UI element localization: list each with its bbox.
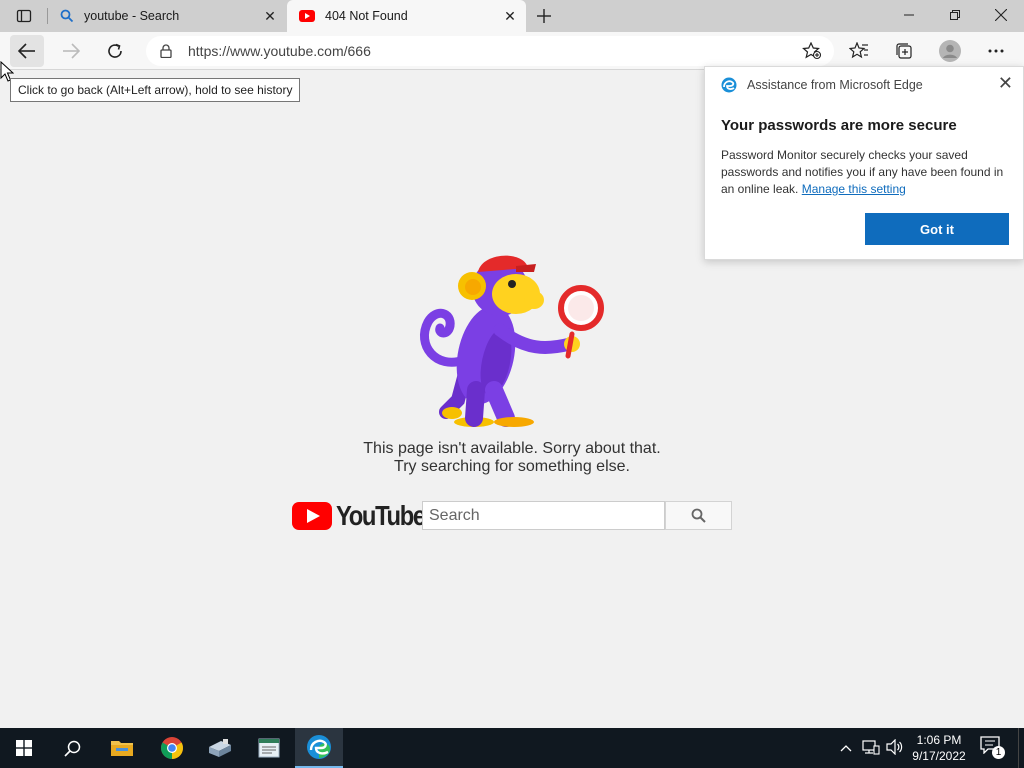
tab-actions-icon: [16, 9, 32, 23]
arrow-left-icon: [18, 43, 35, 59]
monkey-illustration: [419, 255, 604, 427]
arrow-right-icon: [63, 43, 80, 59]
url-text[interactable]: https://www.youtube.com/666: [188, 43, 371, 59]
tab-strip: youtube - Search ✕ 404 Not Found ✕: [0, 0, 1024, 32]
notification-count-badge: 1: [992, 746, 1005, 759]
add-favorite-icon[interactable]: [802, 42, 822, 60]
popup-header: Assistance from Microsoft Edge: [721, 77, 923, 93]
close-window-button[interactable]: [978, 0, 1024, 30]
youtube-favicon-icon: [299, 10, 315, 22]
close-tab-icon[interactable]: ✕: [262, 8, 278, 24]
profile-button[interactable]: [933, 35, 967, 67]
minimize-icon: [904, 14, 914, 16]
browser-toolbar: https://www.youtube.com/666: [0, 32, 1024, 70]
favorites-icon: [849, 42, 868, 59]
notepad-app-button[interactable]: [245, 728, 293, 768]
server-icon: [209, 739, 231, 757]
refresh-button[interactable]: [98, 35, 132, 67]
chrome-button[interactable]: [148, 728, 196, 768]
tab-youtube-search[interactable]: youtube - Search ✕: [48, 0, 286, 32]
plus-icon: [537, 9, 551, 23]
network-icon: [862, 740, 880, 755]
collections-button[interactable]: [887, 35, 921, 67]
minimize-button[interactable]: [886, 0, 932, 30]
new-tab-button[interactable]: [532, 4, 556, 28]
youtube-logo[interactable]: YouTube: [292, 500, 440, 532]
restore-icon: [950, 10, 960, 20]
popup-title: Your passwords are more secure: [721, 117, 957, 134]
edge-taskbar-button[interactable]: [295, 728, 343, 768]
windows-logo-icon: [16, 740, 32, 756]
restore-button[interactable]: [932, 0, 978, 30]
youtube-logo-text: YouTube: [336, 500, 426, 531]
search-icon: [60, 9, 74, 23]
chrome-icon: [161, 737, 183, 759]
back-button-tooltip: Click to go back (Alt+Left arrow), hold …: [10, 78, 301, 102]
show-desktop-button[interactable]: [1018, 728, 1024, 768]
manage-setting-link[interactable]: Manage this setting: [802, 182, 906, 196]
chevron-up-icon: [840, 745, 852, 752]
search-icon: [691, 508, 706, 523]
back-button[interactable]: [10, 35, 44, 67]
tab-actions-button[interactable]: [10, 6, 38, 26]
collections-icon: [896, 43, 912, 59]
taskbar: 1:06 PM 9/17/2022 1: [0, 728, 1024, 768]
network-app-button[interactable]: [196, 728, 244, 768]
more-icon: [988, 49, 1004, 53]
refresh-icon: [108, 43, 122, 58]
tab-404-not-found[interactable]: 404 Not Found ✕: [287, 0, 526, 32]
avatar-icon: [939, 40, 961, 62]
error-message-line1: This page isn't available. Sorry about t…: [363, 440, 661, 457]
file-explorer-button[interactable]: [98, 728, 146, 768]
got-it-button[interactable]: Got it: [865, 213, 1009, 245]
lock-icon[interactable]: [160, 44, 172, 58]
settings-more-button[interactable]: [979, 35, 1013, 67]
action-center-button[interactable]: 1: [980, 736, 1006, 760]
forward-button[interactable]: [54, 35, 88, 67]
close-icon: [995, 9, 1007, 21]
taskbar-clock[interactable]: 1:06 PM 9/17/2022: [908, 732, 970, 764]
popup-body: Password Monitor securely checks your sa…: [721, 147, 1017, 198]
edge-icon: [307, 735, 331, 759]
volume-button[interactable]: [886, 738, 904, 757]
close-tab-icon[interactable]: ✕: [502, 8, 518, 24]
tab-title: youtube - Search: [84, 9, 180, 23]
close-popup-icon[interactable]: ✕: [998, 73, 1013, 94]
edge-logo-icon: [721, 77, 737, 93]
folder-icon: [111, 741, 133, 756]
clock-date: 9/17/2022: [912, 749, 966, 763]
document-app-icon: [258, 738, 280, 758]
favorites-button[interactable]: [842, 35, 876, 67]
popup-header-text: Assistance from Microsoft Edge: [747, 78, 923, 92]
speaker-icon: [886, 738, 903, 756]
network-status-button[interactable]: [862, 739, 882, 757]
address-bar[interactable]: https://www.youtube.com/666: [146, 36, 834, 66]
tab-title: 404 Not Found: [325, 9, 408, 23]
edge-assistance-popup: Assistance from Microsoft Edge ✕ Your pa…: [704, 66, 1024, 260]
youtube-search-input[interactable]: Search: [422, 501, 665, 530]
clock-time: 1:06 PM: [916, 733, 962, 747]
start-button[interactable]: [0, 728, 48, 768]
search-icon: [63, 740, 80, 757]
youtube-play-icon: [292, 502, 332, 530]
taskbar-search-button[interactable]: [48, 728, 96, 768]
error-message-line2: Try searching for something else.: [394, 458, 630, 475]
error-message: This page isn't available. Sorry about t…: [312, 440, 712, 476]
show-hidden-icons-button[interactable]: [838, 740, 854, 756]
youtube-search-button[interactable]: [665, 501, 732, 530]
